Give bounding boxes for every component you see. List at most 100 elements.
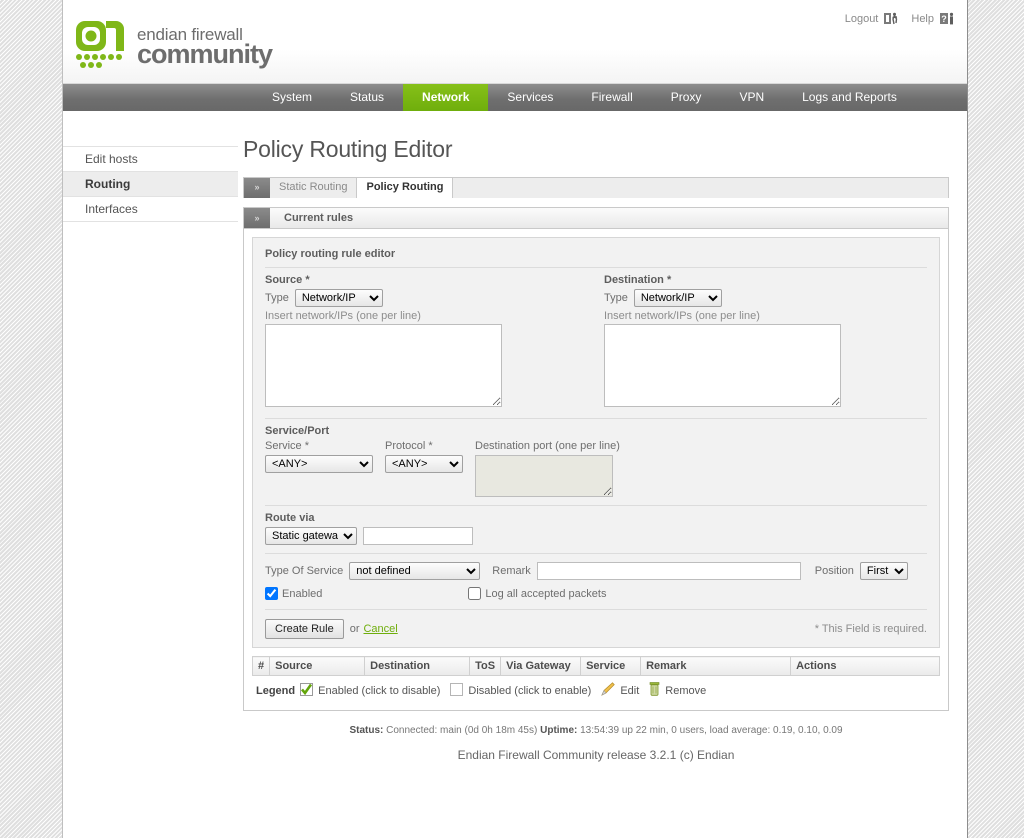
- logout-door-icon[interactable]: [884, 11, 899, 26]
- current-rules-panel: Policy routing rule editor Source * Type…: [243, 229, 949, 711]
- enabled-check-icon: [300, 682, 314, 699]
- legend-title: Legend: [256, 684, 296, 697]
- legend-remove-label: Remove: [665, 684, 707, 697]
- sidebar: Edit hosts Routing Interfaces: [63, 111, 238, 222]
- source-type-label: Type: [265, 292, 289, 304]
- tabs-expand-arrow-icon[interactable]: »: [244, 178, 270, 198]
- disabled-box-icon: [450, 682, 464, 699]
- tab-strip: » Static Routing Policy Routing: [243, 177, 949, 198]
- table-header-source: Source: [269, 656, 366, 676]
- destination-port-textarea[interactable]: [475, 455, 613, 497]
- source-networks-textarea[interactable]: [265, 324, 502, 407]
- tab-policy-routing[interactable]: Policy Routing: [357, 178, 454, 198]
- page-title: Policy Routing Editor: [243, 136, 453, 162]
- source-type-row: Type Network/IP: [265, 289, 596, 307]
- section-title: Current rules: [284, 212, 354, 224]
- remark-label: Remark: [492, 565, 531, 577]
- source-type-select[interactable]: Network/IP: [294, 289, 383, 307]
- legend-enabled-label: Enabled (click to disable): [318, 684, 441, 697]
- log-packets-checkbox[interactable]: [468, 587, 482, 600]
- main-column: Policy Routing Editor » Static Routing P…: [238, 111, 967, 768]
- table-header-via-gateway: Via Gateway: [500, 656, 582, 676]
- or-label: or: [349, 623, 360, 635]
- rule-editor-title: Policy routing rule editor: [265, 248, 396, 260]
- service-select[interactable]: <ANY>: [265, 455, 373, 473]
- enabled-checkbox[interactable]: [265, 587, 278, 600]
- destination-port-field: Destination port (one per line): [475, 440, 620, 497]
- tos-select[interactable]: not defined: [349, 562, 481, 580]
- nav-item-system[interactable]: System: [253, 84, 331, 111]
- table-header-destination: Destination: [364, 656, 471, 676]
- source-hint: Insert network/IPs (one per line): [265, 310, 421, 322]
- rules-table: # Source Destination ToS Via Gateway Service R…: [251, 656, 940, 676]
- protocol-label: Protocol *: [385, 440, 433, 452]
- table-header-service: Service: [580, 656, 642, 676]
- tab-static-routing[interactable]: Static Routing: [270, 178, 358, 198]
- app-window: Logout Help ? endian firewall community …: [62, 0, 968, 838]
- destination-group-label: Destination *: [604, 274, 672, 286]
- destination-hint: Insert network/IPs (one per line): [604, 310, 760, 322]
- status-label: Status:: [349, 725, 384, 736]
- endian-logo-icon: [75, 20, 129, 70]
- sidebar-item-interfaces[interactable]: Interfaces: [63, 197, 238, 222]
- gateway-input[interactable]: [363, 527, 473, 545]
- enabled-checkbox-group: Enabled: [265, 587, 322, 600]
- service-label: Service *: [265, 440, 310, 452]
- legend-disabled-label: Disabled (click to enable): [468, 684, 592, 697]
- remark-input[interactable]: [536, 562, 801, 580]
- nav-item-network[interactable]: Network: [403, 84, 489, 111]
- section-expand-arrow-icon[interactable]: »: [244, 208, 270, 228]
- service-port-section: Service/Port Service * <ANY> Protocol * …: [265, 419, 927, 497]
- table-header-actions: Actions: [790, 656, 940, 676]
- destination-type-label: Type: [604, 292, 628, 304]
- section-bar-current-rules: » Current rules: [243, 207, 949, 229]
- divider: [265, 553, 927, 554]
- source-column: Source * Type Network/IP Insert network/…: [265, 274, 596, 410]
- route-via-select[interactable]: Static gateway: [265, 527, 357, 545]
- page-header: Logout Help ? endian firewall community: [63, 0, 967, 84]
- help-link[interactable]: Help: [911, 13, 934, 25]
- release-line: Endian Firewall Community release 3.2.1 …: [457, 748, 735, 762]
- rule-editor-box: Policy routing rule editor Source * Type…: [252, 237, 940, 648]
- service-port-row: Service * <ANY> Protocol * <ANY> Destina…: [265, 440, 927, 497]
- page-footer: Status: Connected: main (0d 0h 18m 45s) …: [243, 711, 949, 768]
- destination-type-select[interactable]: Network/IP: [633, 289, 722, 307]
- rules-table-head: # Source Destination ToS Via Gateway Service R…: [251, 656, 940, 676]
- brand-line-2: community: [137, 39, 273, 69]
- nav-item-services[interactable]: Services: [488, 84, 572, 111]
- checkbox-row: Enabled Log all accepted packets: [265, 580, 927, 600]
- nav-item-proxy[interactable]: Proxy: [652, 84, 721, 111]
- log-packets-checkbox-group: Log all accepted packets: [468, 587, 606, 600]
- brand-wordmark: endian firewall community: [137, 26, 273, 70]
- create-rule-button[interactable]: Create Rule: [265, 619, 344, 639]
- help-question-person-icon[interactable]: ?: [940, 11, 955, 26]
- logout-link[interactable]: Logout: [845, 13, 879, 25]
- nav-item-status[interactable]: Status: [331, 84, 403, 111]
- table-header-remark: Remark: [640, 656, 792, 676]
- sidebar-item-edit-hosts[interactable]: Edit hosts: [63, 146, 238, 172]
- uptime-value: 13:54:39 up 22 min, 0 users, load averag…: [580, 725, 843, 736]
- nav-item-vpn[interactable]: VPN: [720, 84, 783, 111]
- position-select[interactable]: First: [859, 562, 908, 580]
- route-via-group-label: Route via: [265, 512, 315, 524]
- destination-type-row: Type Network/IP: [604, 289, 927, 307]
- sidebar-item-routing[interactable]: Routing: [63, 172, 238, 197]
- tos-label: Type Of Service: [265, 565, 344, 577]
- nav-item-logs-and-reports[interactable]: Logs and Reports: [783, 84, 916, 111]
- cancel-link[interactable]: Cancel: [363, 623, 397, 635]
- destination-column: Destination * Type Network/IP Insert net…: [596, 274, 927, 410]
- legend: Legend Enabled (click to disable) Disabl…: [252, 676, 940, 702]
- svg-text:?: ?: [941, 14, 947, 24]
- service-port-group-label: Service/Port: [265, 425, 330, 437]
- brand-logo[interactable]: endian firewall community: [75, 20, 273, 70]
- required-field-note: * This Field is required.: [814, 623, 927, 635]
- divider: [265, 609, 927, 610]
- destination-networks-textarea[interactable]: [604, 324, 841, 407]
- nav-item-firewall[interactable]: Firewall: [572, 84, 651, 111]
- protocol-select[interactable]: <ANY>: [385, 455, 463, 473]
- options-row: Type Of Service not defined Remark Posit…: [265, 562, 927, 580]
- service-field: Service * <ANY>: [265, 440, 373, 473]
